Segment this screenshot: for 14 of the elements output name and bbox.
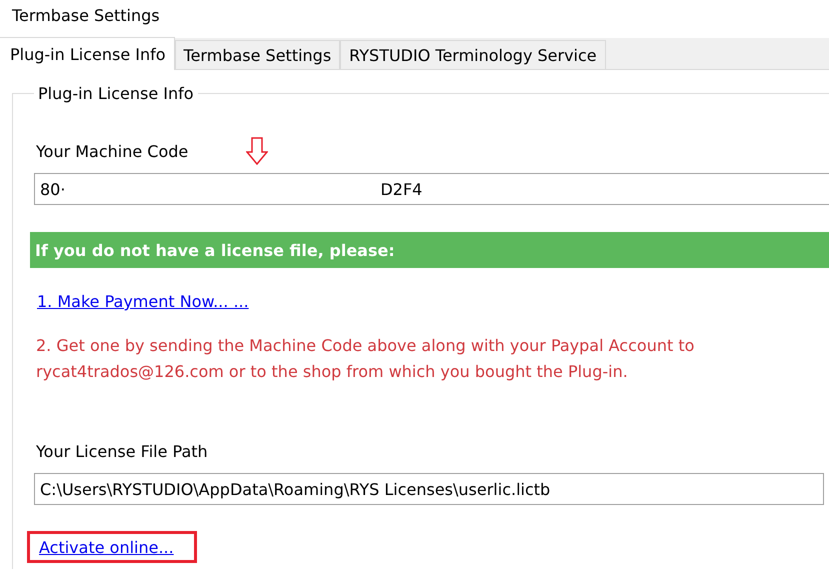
machine-code-field[interactable]: 80· D2F4 xyxy=(34,173,829,205)
tab[interactable]: Plug-in License Info xyxy=(0,37,175,70)
activate-link[interactable]: Activate online... xyxy=(39,538,174,557)
field-label: Your License File Path xyxy=(36,442,208,460)
tab[interactable]: RYSTUDIO Terminology Service xyxy=(340,40,606,69)
window-title: Termbase Settings xyxy=(11,5,161,27)
instruction-text: 2. Get one by sending the Machine Code above along with your Paypal Account to rycat4trados@126.com or to the shop from which you bought the Plug-in. xyxy=(36,335,696,383)
group-title: Plug-in License Info xyxy=(37,84,195,103)
arrow-down-icon xyxy=(246,137,268,165)
banner: If you do not have a license file, please: xyxy=(30,232,829,268)
tab[interactable]: Termbase Settings xyxy=(174,40,340,69)
field-label: Your Machine Code xyxy=(36,142,188,160)
payment-link[interactable]: 1. Make Payment Now... ... xyxy=(37,292,249,311)
license-path-field[interactable]: C:\Users\RYSTUDIO\AppData\Roaming\RYS Licenses\userlic.lictb xyxy=(34,473,824,505)
